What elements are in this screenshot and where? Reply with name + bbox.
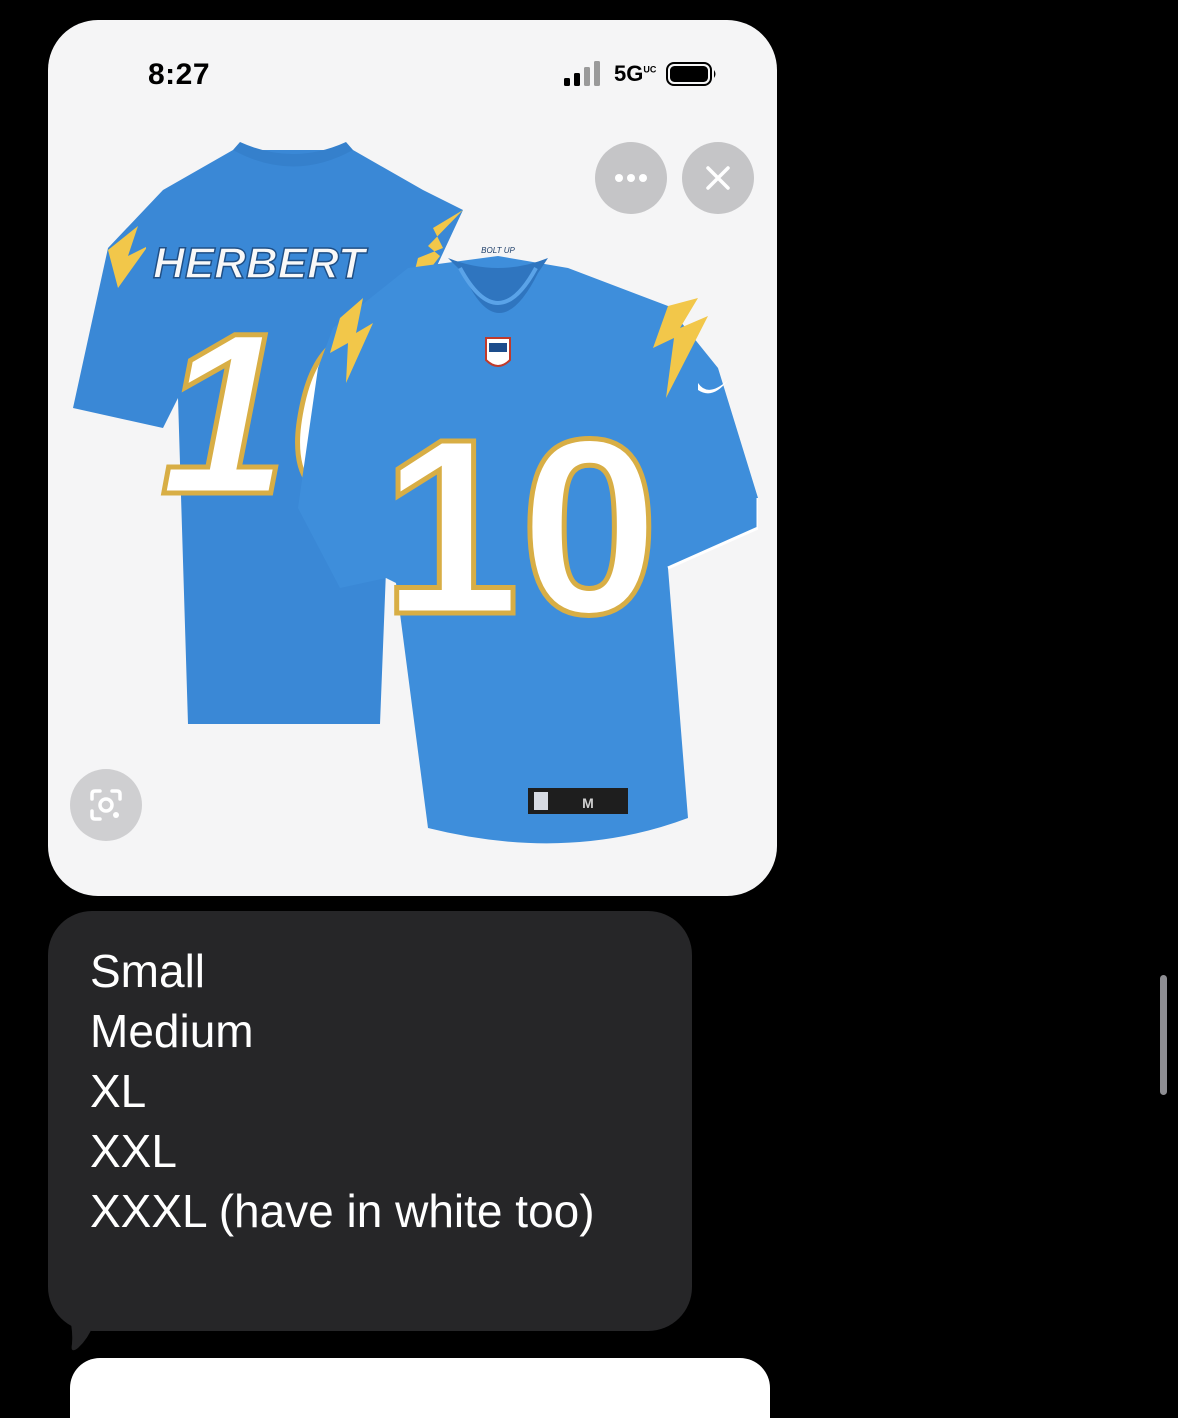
- network-type: 5GUC: [614, 61, 657, 86]
- next-message-bubble[interactable]: [70, 1358, 770, 1418]
- message-line: XL: [90, 1065, 147, 1117]
- message-line: Small: [90, 945, 206, 997]
- svg-text:M: M: [582, 795, 594, 811]
- message-line: XXXL (have in white too): [90, 1185, 595, 1237]
- visual-lookup-icon: [90, 789, 122, 821]
- status-indicators: 5GUC: [564, 60, 718, 88]
- close-button[interactable]: [682, 142, 754, 214]
- bubble-tail: [60, 1290, 100, 1351]
- visual-lookup-button[interactable]: [70, 769, 142, 841]
- scroll-indicator[interactable]: [1160, 975, 1167, 1095]
- battery-icon: [666, 62, 716, 86]
- ellipsis-icon: [615, 174, 647, 182]
- message-line: Medium: [90, 1005, 254, 1057]
- image-message[interactable]: 8:27 5GUC HERBERT 10 BOLT UP 10 M: [48, 20, 777, 896]
- close-icon: [706, 166, 730, 190]
- jersey-front: BOLT UP 10 M: [298, 246, 758, 844]
- status-time: 8:27: [148, 58, 211, 91]
- jersey-image: HERBERT 10 BOLT UP 10 M: [73, 142, 758, 844]
- message-line: XXL: [90, 1125, 177, 1177]
- svg-text:HERBERT: HERBERT: [153, 239, 368, 288]
- more-options-button[interactable]: [595, 142, 667, 214]
- svg-text:BOLT UP: BOLT UP: [481, 246, 515, 255]
- svg-text:10: 10: [381, 387, 659, 666]
- signal-icon: [564, 61, 600, 86]
- message-bubble[interactable]: Small Medium XL XXL XXXL (have in white …: [48, 911, 692, 1331]
